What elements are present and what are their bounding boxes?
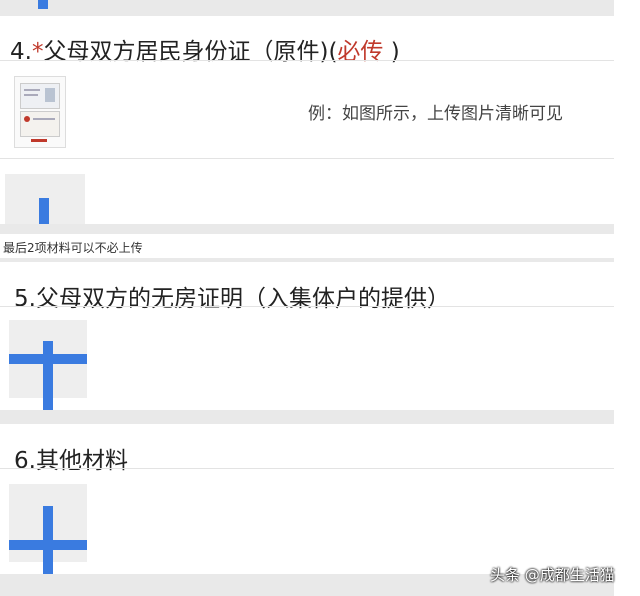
section-5-title: 5.父母双方的无房证明（入集体户的提供） [14,286,450,312]
section-4-divider-2 [0,158,614,159]
section-gap [0,224,614,234]
section-4-title-text: 父母双方居民身份证（原件) [43,39,329,65]
section-4-upload-button[interactable] [5,174,85,224]
top-strip [0,0,614,16]
plus-icon [39,198,49,224]
plus-icon-vertical [43,341,53,419]
section-6-card: 6.其他材料 [0,424,614,580]
required-label: 必传 [337,39,384,65]
id-card-front-image [20,83,60,109]
optional-note: 最后2项材料可以不必上传 [3,241,143,255]
paren-close: ) [383,39,400,65]
section-4-card: 4.*父母双方居民身份证（原件)(必传 ) 例：如图所示，上传图片清晰可见 [0,16,614,224]
section-gap-2 [0,410,614,424]
id-card-back-image [20,111,60,137]
id-card-example-thumbnail[interactable] [14,76,66,148]
watermark: 头条 @成都生活猫 [490,566,615,584]
section-5-upload-button[interactable] [9,320,87,419]
section-6-title: 6.其他材料 [14,448,128,474]
required-asterisk: * [31,39,44,65]
prev-upload-plus-remnant [38,0,48,9]
section-5-card: 5.父母双方的无房证明（入集体户的提供） [0,262,614,419]
section-4-number: 4. [10,39,32,65]
section-5-divider [0,306,614,307]
section-4-divider [0,60,614,61]
example-description: 例：如图所示，上传图片清晰可见 [308,104,563,124]
section-6-divider [0,468,614,469]
section-6-upload-button[interactable] [9,484,87,580]
plus-icon-vertical [43,506,53,580]
